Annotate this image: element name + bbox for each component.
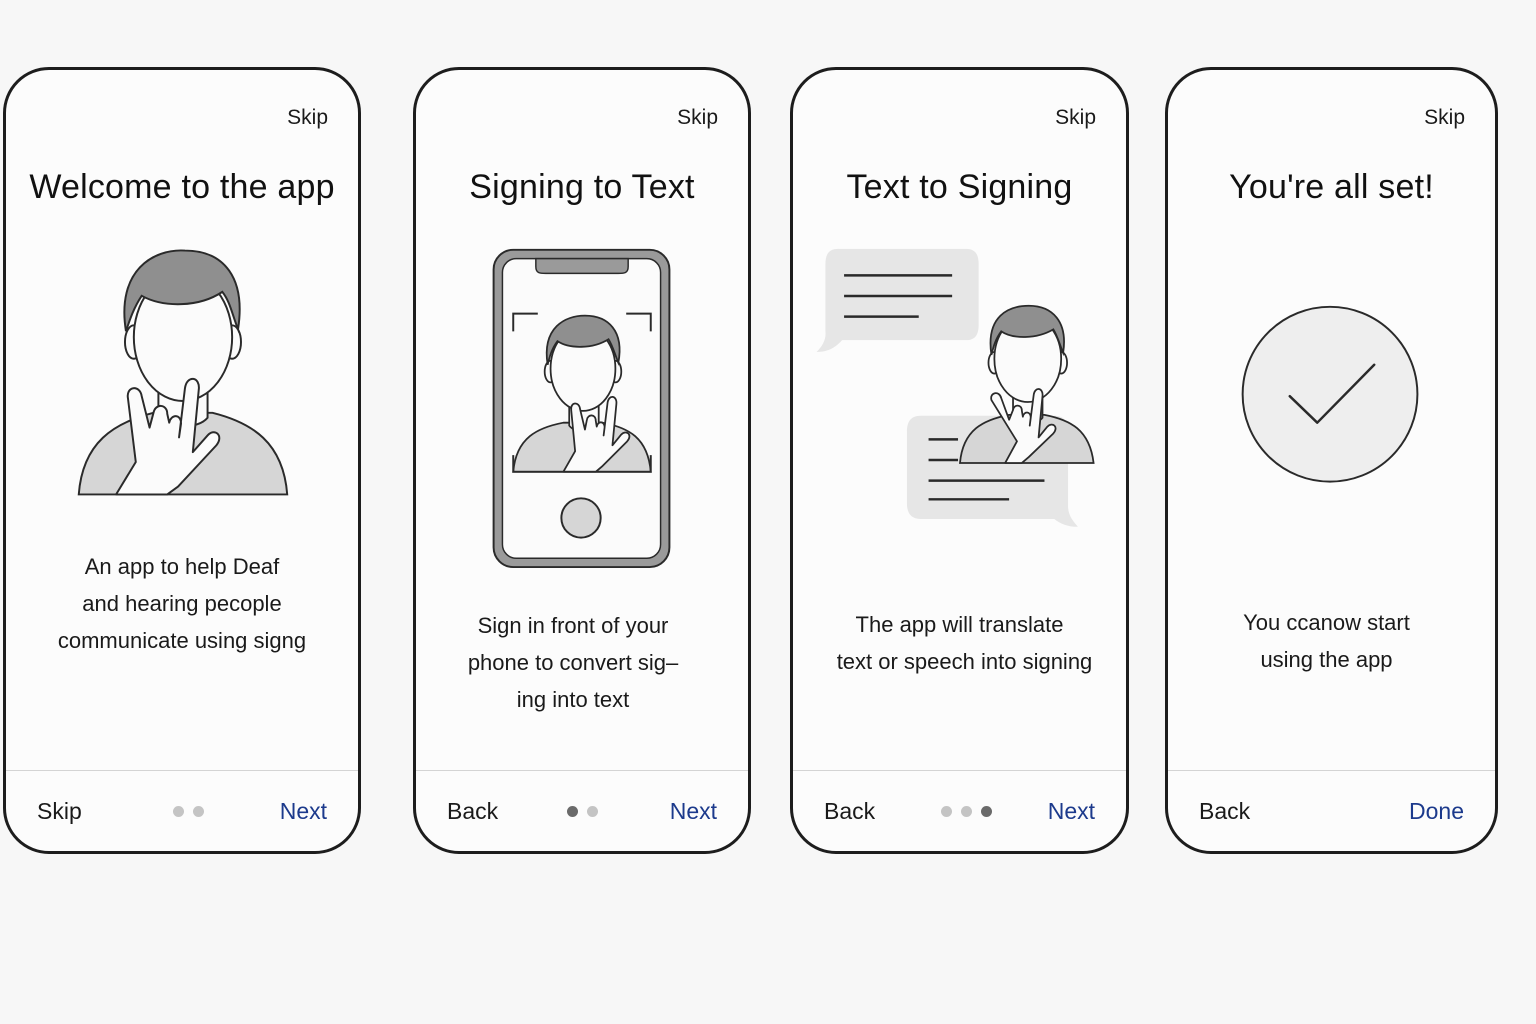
page-dot <box>193 806 204 817</box>
checkmark-circle-icon <box>1241 305 1419 483</box>
next-button[interactable]: Next <box>280 798 327 825</box>
footer-divider <box>793 770 1126 771</box>
onboarding-screen-signing-to-text: Skip Signing to Text Sign in front of yo… <box>413 67 751 854</box>
back-button[interactable]: Back <box>824 798 875 825</box>
onboarding-screen-all-set: Skip You're all set! You ccanow start us… <box>1165 67 1498 854</box>
phone-camera-icon <box>492 248 671 569</box>
back-button[interactable]: Back <box>447 798 498 825</box>
chat-bubble-icon <box>816 248 1095 527</box>
page-indicator <box>567 806 598 817</box>
onboarding-screen-text-to-signing: Skip Text to Signing The app will transl… <box>790 67 1129 854</box>
footer-divider <box>416 770 748 771</box>
page-dot <box>961 806 972 817</box>
page-dot <box>941 806 952 817</box>
skip-button[interactable]: Skip <box>37 798 82 825</box>
footer-divider <box>6 770 358 771</box>
page-dot-active <box>981 806 992 817</box>
back-button[interactable]: Back <box>1199 798 1250 825</box>
screen-description: You ccanow start using the app <box>1243 610 1410 672</box>
page-indicator <box>173 806 204 817</box>
page-indicator <box>941 806 992 817</box>
done-button[interactable]: Done <box>1409 798 1464 825</box>
next-button[interactable]: Next <box>1048 798 1095 825</box>
next-button[interactable]: Next <box>670 798 717 825</box>
footer-divider <box>1168 770 1495 771</box>
screen-description: Sign in front of your phone to convert s… <box>467 613 679 712</box>
page-dot <box>173 806 184 817</box>
page-dot <box>587 806 598 817</box>
onboarding-screen-welcome: Skip Welcome to the app An app to help D… <box>3 67 361 854</box>
screen-description: The app will translate text or speech in… <box>836 612 1093 674</box>
page-dot-active <box>567 806 578 817</box>
person-signing-icon <box>77 249 289 496</box>
screen-description: An app to help Deaf and hearing pecople … <box>57 554 307 653</box>
